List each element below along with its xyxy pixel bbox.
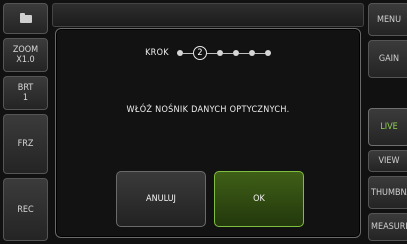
view-label: VIEW bbox=[378, 156, 400, 166]
step-progress: 2 bbox=[176, 46, 271, 60]
step-indicator: KROK 2 bbox=[56, 46, 360, 60]
step-connector bbox=[254, 52, 265, 54]
brightness-value: 1 bbox=[22, 93, 29, 103]
brightness-label: BRT bbox=[17, 83, 34, 93]
record-button[interactable]: REC bbox=[3, 178, 48, 241]
freeze-button[interactable]: FRZ bbox=[3, 114, 48, 174]
gain-button[interactable]: GAIN bbox=[368, 40, 407, 78]
measure-button[interactable]: MEASURE bbox=[368, 213, 407, 241]
ok-label: OK bbox=[253, 194, 265, 204]
record-label: REC bbox=[17, 204, 34, 215]
thumbnail-button[interactable]: THUMBNAIL bbox=[368, 176, 407, 209]
measure-label: MEASURE bbox=[371, 222, 407, 232]
folder-icon bbox=[19, 12, 32, 23]
live-label: LIVE bbox=[380, 122, 398, 132]
view-button[interactable]: VIEW bbox=[368, 150, 407, 172]
step-connector bbox=[222, 52, 233, 54]
menu-label: MENU bbox=[376, 14, 402, 25]
brightness-button[interactable]: BRT 1 bbox=[3, 76, 48, 110]
zoom-value: X1.0 bbox=[16, 55, 35, 65]
camera-screen: ZOOM X1.0 BRT 1 FRZ REC MENU GAIN LIVE V… bbox=[0, 0, 407, 244]
ok-button[interactable]: OK bbox=[214, 171, 304, 227]
step-dialog: KROK 2 WŁÓŻ NOŚNIK DANYCH OPTYCZNYCH. AN… bbox=[55, 28, 361, 238]
step-dot-6 bbox=[264, 50, 271, 56]
top-status-bar bbox=[52, 3, 364, 27]
cancel-label: ANULUJ bbox=[146, 194, 176, 204]
dialog-message: WŁÓŻ NOŚNIK DANYCH OPTYCZNYCH. bbox=[126, 105, 290, 115]
step-connector bbox=[182, 52, 193, 54]
cancel-button[interactable]: ANULUJ bbox=[116, 171, 206, 227]
step-current: 2 bbox=[192, 46, 207, 60]
zoom-button[interactable]: ZOOM X1.0 bbox=[3, 38, 48, 72]
folder-button[interactable] bbox=[3, 3, 48, 34]
step-connector bbox=[206, 52, 217, 54]
zoom-label: ZOOM bbox=[12, 45, 39, 55]
gain-label: GAIN bbox=[378, 54, 400, 64]
freeze-label: FRZ bbox=[17, 139, 34, 149]
step-connector bbox=[238, 52, 249, 54]
live-button[interactable]: LIVE bbox=[368, 108, 407, 146]
thumbnail-label: THUMBNAIL bbox=[371, 187, 407, 198]
menu-button[interactable]: MENU bbox=[368, 3, 407, 36]
step-label: KROK bbox=[145, 48, 169, 58]
